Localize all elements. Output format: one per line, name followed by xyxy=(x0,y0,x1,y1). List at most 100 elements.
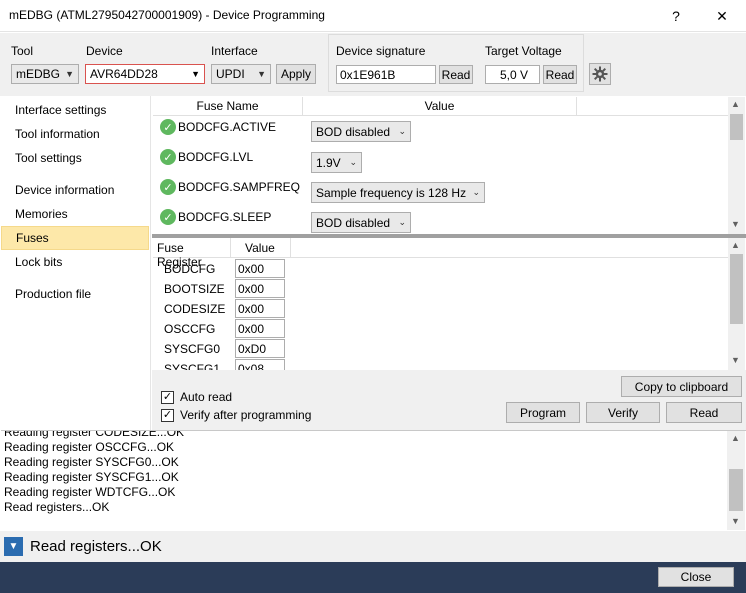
chevron-down-icon: ⌄ xyxy=(349,157,357,167)
register-header-filler xyxy=(291,238,728,258)
close-button[interactable]: Close xyxy=(658,567,734,587)
fuse-value-select[interactable]: BOD disabled ⌄ xyxy=(311,212,411,233)
chevron-down-icon: ▼ xyxy=(257,69,266,79)
register-name: SYSCFG1 xyxy=(164,362,221,370)
sidebar-item-tool-information[interactable]: Tool information xyxy=(1,122,149,146)
scroll-up-icon[interactable]: ▲ xyxy=(731,99,740,109)
chevron-down-icon: ▼ xyxy=(191,69,200,79)
fuse-value-text: BOD disabled xyxy=(316,215,391,230)
sidebar-item-label: Lock bits xyxy=(15,255,63,269)
sidebar-item-device-information[interactable]: Device information xyxy=(1,178,149,202)
interface-select[interactable]: UPDI ▼ xyxy=(211,64,271,84)
register-grid: Fuse Register Value BODCFG 0x00 BOOTSIZE… xyxy=(153,238,746,370)
register-name: BODCFG xyxy=(164,262,216,276)
sidebar-nav: Interface settings Tool information Tool… xyxy=(0,96,151,430)
status-bar: ▼ Read registers...OK xyxy=(0,531,746,562)
window-title: mEDBG (ATML2795042700001909) - Device Pr… xyxy=(9,8,325,22)
sidebar-item-label: Device information xyxy=(15,183,115,197)
scroll-thumb[interactable] xyxy=(730,114,743,140)
help-button[interactable]: ? xyxy=(653,2,699,30)
sidebar-item-production-file[interactable]: Production file xyxy=(1,282,149,306)
expand-log-button[interactable]: ▼ xyxy=(4,537,23,556)
chevron-down-icon: ⌄ xyxy=(472,187,480,197)
settings-button[interactable] xyxy=(589,63,611,85)
log-line: Reading register WDTCFG...OK xyxy=(4,485,176,499)
verify-checkbox[interactable]: ✓ xyxy=(161,408,174,422)
voltage-label: Target Voltage xyxy=(485,44,562,58)
scroll-down-icon[interactable]: ▼ xyxy=(731,219,740,229)
register-name: SYSCFG0 xyxy=(164,342,221,356)
sidebar-item-memories[interactable]: Memories xyxy=(1,202,149,226)
register-value-field[interactable]: 0x00 xyxy=(235,299,285,318)
signature-read-button[interactable]: Read xyxy=(439,65,473,84)
auto-read-option[interactable]: ✓ Auto read xyxy=(161,390,232,404)
register-name: CODESIZE xyxy=(164,302,226,316)
auto-read-checkbox[interactable]: ✓ xyxy=(161,390,174,404)
log-scrollbar[interactable]: ▲ ▼ xyxy=(727,431,745,530)
fuse-value-text: BOD disabled xyxy=(316,124,391,139)
sidebar-item-label: Tool settings xyxy=(15,151,82,165)
fuse-value-text: 1.9V xyxy=(316,155,341,170)
log-output: Reading register CODESIZE...OK Reading r… xyxy=(1,430,746,530)
fuse-grid: Fuse Name Value ✓ BODCFG.ACTIVE BOD disa… xyxy=(153,97,746,234)
toolbar: Tool mEDBG ▼ Device AVR64DD28 ▼ Interfac… xyxy=(0,33,746,96)
fuse-name-header: Fuse Name xyxy=(153,97,303,116)
register-grid-scrollbar[interactable]: ▲ ▼ xyxy=(728,238,745,370)
signature-label: Device signature xyxy=(336,44,426,58)
interface-select-value: UPDI xyxy=(216,67,245,81)
scroll-down-icon[interactable]: ▼ xyxy=(731,355,740,365)
fuse-value-select[interactable]: Sample frequency is 128 Hz ⌄ xyxy=(311,182,485,203)
register-name: OSCCFG xyxy=(164,322,216,336)
scroll-up-icon[interactable]: ▲ xyxy=(731,433,740,443)
fuse-name: BODCFG.SAMPFREQ xyxy=(178,180,301,194)
verify-option[interactable]: ✓ Verify after programming xyxy=(161,408,311,422)
fuse-grid-scrollbar[interactable]: ▲ ▼ xyxy=(728,97,745,234)
gear-icon xyxy=(592,66,608,82)
sidebar-item-lock-bits[interactable]: Lock bits xyxy=(1,250,149,274)
options-panel: Copy to clipboard ✓ Auto read ✓ Verify a… xyxy=(152,370,746,430)
chevron-down-icon: ▼ xyxy=(65,69,74,79)
register-value-field[interactable]: 0xD0 xyxy=(235,339,285,358)
register-value-field[interactable]: 0x08 xyxy=(235,359,285,370)
device-select[interactable]: AVR64DD28 ▼ xyxy=(85,64,205,84)
register-rows: BODCFG 0x00 BOOTSIZE 0x00 CODESIZE 0x00 … xyxy=(153,258,728,370)
scroll-up-icon[interactable]: ▲ xyxy=(731,240,740,250)
interface-label: Interface xyxy=(211,44,258,58)
copy-to-clipboard-button[interactable]: Copy to clipboard xyxy=(621,376,742,397)
chevron-down-icon: ▼ xyxy=(8,541,19,552)
apply-button[interactable]: Apply xyxy=(276,64,316,84)
read-button[interactable]: Read xyxy=(666,402,742,423)
sidebar-item-label: Memories xyxy=(15,207,68,221)
verify-label: Verify after programming xyxy=(180,408,312,422)
voltage-read-button[interactable]: Read xyxy=(543,65,577,84)
sidebar-item-fuses[interactable]: Fuses xyxy=(1,226,149,250)
chevron-down-icon: ⌄ xyxy=(398,217,406,227)
title-bar: mEDBG (ATML2795042700001909) - Device Pr… xyxy=(0,0,746,32)
close-window-button[interactable]: ✕ xyxy=(699,2,745,30)
verify-button[interactable]: Verify xyxy=(586,402,660,423)
voltage-field: 5,0 V xyxy=(485,65,540,84)
sidebar-item-label: Production file xyxy=(15,287,92,301)
device-label: Device xyxy=(86,44,123,58)
fuse-value-select[interactable]: BOD disabled ⌄ xyxy=(311,121,411,142)
scroll-thumb[interactable] xyxy=(730,254,743,324)
scroll-down-icon[interactable]: ▼ xyxy=(731,516,740,526)
ok-check-icon: ✓ xyxy=(160,179,176,195)
fuse-name: BODCFG.ACTIVE xyxy=(178,120,277,134)
register-value-field[interactable]: 0x00 xyxy=(235,259,285,278)
register-value-field[interactable]: 0x00 xyxy=(235,279,285,298)
program-button[interactable]: Program xyxy=(506,402,580,423)
fuse-name: BODCFG.LVL xyxy=(178,150,254,164)
sidebar-item-interface-settings[interactable]: Interface settings xyxy=(1,98,149,122)
fuse-value-text: Sample frequency is 128 Hz xyxy=(316,185,467,200)
register-value-field[interactable]: 0x00 xyxy=(235,319,285,338)
fuse-value-select[interactable]: 1.9V ⌄ xyxy=(311,152,362,173)
register-header: Fuse Register xyxy=(153,238,231,269)
scroll-thumb[interactable] xyxy=(729,469,743,511)
sidebar-item-label: Tool information xyxy=(15,127,100,141)
sidebar-item-label: Fuses xyxy=(16,231,49,245)
fuse-name: BODCFG.SLEEP xyxy=(178,210,272,224)
tool-select[interactable]: mEDBG ▼ xyxy=(11,64,79,84)
sidebar-item-tool-settings[interactable]: Tool settings xyxy=(1,146,149,170)
device-select-value: AVR64DD28 xyxy=(90,67,158,81)
